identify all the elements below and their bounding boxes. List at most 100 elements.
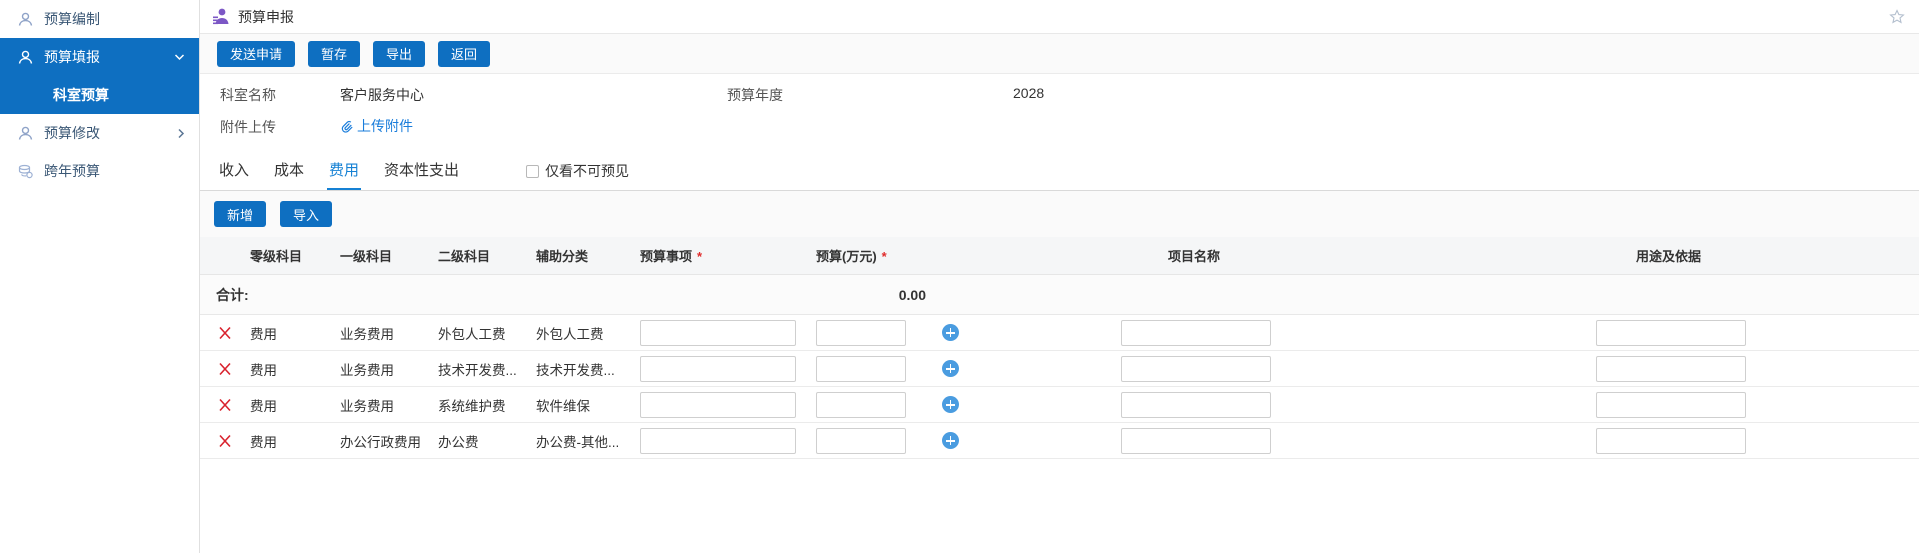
add-detail-icon[interactable] [941, 324, 959, 341]
unforeseen-only-checkbox[interactable]: 仅看不可预见 [526, 161, 629, 190]
sidebar-item-budget-fill[interactable]: 预算填报 [0, 38, 199, 76]
required-asterisk: * [881, 249, 887, 264]
save-draft-button[interactable]: 暂存 [308, 40, 361, 67]
column-level1: 一级科目 [340, 249, 393, 264]
coins-icon [17, 163, 34, 180]
add-detail-icon[interactable] [941, 432, 959, 449]
back-button[interactable]: 返回 [438, 40, 491, 67]
sidebar-item-dept-budget[interactable]: 科室预算 [0, 76, 199, 114]
paperclip-icon [340, 119, 354, 134]
dept-name-value: 客户服务中心 [340, 87, 424, 103]
sidebar-item-budget-compile[interactable]: 预算编制 [0, 0, 199, 38]
cell-level1: 业务费用 [340, 326, 394, 342]
budget-year-value: 2028 [1013, 85, 1045, 101]
cell-level2: 技术开发费... [438, 362, 517, 378]
add-detail-icon[interactable] [941, 396, 959, 413]
column-budget-amount: 预算(万元) * [816, 249, 887, 264]
add-row-button[interactable]: 新增 [214, 201, 267, 227]
sidebar-item-label: 预算修改 [44, 125, 100, 141]
budget-amount-input[interactable] [816, 319, 906, 346]
total-label: 合计: [216, 286, 249, 303]
required-asterisk: * [697, 249, 703, 264]
budget-amount-input[interactable] [816, 391, 906, 418]
table-row: 费用 业务费用 技术开发费... 技术开发费... [200, 351, 1919, 387]
sidebar: 预算编制 预算填报 科室预算 预算修改 跨年预算 [0, 0, 200, 553]
budget-item-input[interactable] [640, 391, 796, 418]
tab-income[interactable]: 收入 [217, 159, 251, 190]
import-button[interactable]: 导入 [280, 201, 333, 227]
usage-basis-input[interactable] [1595, 355, 1746, 382]
checkbox-icon[interactable] [526, 164, 540, 178]
budget-item-input[interactable] [640, 319, 796, 346]
add-detail-icon[interactable] [941, 360, 959, 377]
cell-level2: 办公费 [438, 434, 479, 450]
delete-row-icon[interactable] [200, 433, 250, 449]
cell-aux: 办公费-其他... [536, 434, 620, 450]
column-project-name: 项目名称 [1167, 249, 1220, 264]
toolbar: 发送申请 暂存 导出 返回 [200, 34, 1919, 74]
upload-attachment-text: 上传附件 [357, 118, 413, 134]
table-row: 费用 业务费用 系统维护费 软件维保 [200, 387, 1919, 423]
budget-amount-input[interactable] [816, 355, 906, 382]
send-request-button[interactable]: 发送申请 [217, 40, 296, 67]
budget-item-input[interactable] [640, 427, 796, 454]
cell-level2: 系统维护费 [438, 398, 506, 414]
favorite-star-icon[interactable] [1889, 8, 1905, 25]
table-action-bar: 新增 导入 [200, 191, 1919, 237]
column-level0: 零级科目 [250, 249, 303, 264]
tab-expense[interactable]: 费用 [327, 159, 362, 190]
sidebar-item-budget-modify[interactable]: 预算修改 [0, 114, 199, 152]
page-header: 预算申报 [200, 0, 1919, 34]
sidebar-item-label: 预算编制 [44, 11, 100, 27]
column-level2: 二级科目 [438, 249, 491, 264]
cell-level2: 外包人工费 [438, 326, 506, 342]
cell-level0: 费用 [250, 434, 277, 450]
export-button[interactable]: 导出 [373, 40, 426, 67]
sidebar-item-cross-year-budget[interactable]: 跨年预算 [0, 152, 199, 190]
tab-bar: 收入 成本 费用 资本性支出 仅看不可预见 [200, 155, 1919, 191]
project-name-input[interactable] [1121, 427, 1271, 454]
cell-level1: 业务费用 [340, 398, 394, 414]
column-budget-item: 预算事项 * [640, 249, 703, 264]
column-usage-basis: 用途及依据 [1635, 249, 1701, 264]
total-value: 0.00 [898, 286, 926, 303]
user-icon [17, 11, 34, 28]
column-aux: 辅助分类 [536, 249, 589, 264]
cell-aux: 技术开发费... [536, 362, 615, 378]
table-header-row: 零级科目 一级科目 二级科目 辅助分类 预算事项 * 预算(万元) * 项目名称 用… [200, 237, 1919, 275]
sidebar-item-label: 跨年预算 [44, 163, 100, 179]
usage-basis-input[interactable] [1595, 319, 1746, 346]
total-row: 合计: 0.00 [200, 275, 1919, 315]
page-title: 预算申报 [238, 8, 294, 25]
budget-declare-icon [212, 7, 230, 26]
sidebar-item-label: 科室预算 [53, 87, 109, 103]
project-name-input[interactable] [1121, 391, 1271, 418]
budget-amount-input[interactable] [816, 427, 906, 454]
delete-row-icon[interactable] [200, 397, 250, 413]
tab-cost[interactable]: 成本 [272, 159, 306, 190]
table-row: 费用 业务费用 外包人工费 外包人工费 [200, 315, 1919, 351]
budget-item-input[interactable] [640, 355, 796, 382]
cell-level1: 业务费用 [340, 362, 394, 378]
user-icon [17, 125, 34, 142]
project-name-input[interactable] [1121, 355, 1271, 382]
dept-name-label: 科室名称 [220, 87, 276, 103]
form-area: 科室名称 客户服务中心 预算年度 2028 附件上传 上传附件 [200, 74, 1919, 155]
sidebar-item-label: 预算填报 [44, 49, 100, 65]
usage-basis-input[interactable] [1595, 391, 1746, 418]
budget-year-label: 预算年度 [727, 87, 783, 103]
cell-aux: 软件维保 [536, 398, 590, 414]
upload-attachment-link[interactable]: 上传附件 [340, 116, 413, 136]
delete-row-icon[interactable] [200, 361, 250, 377]
usage-basis-input[interactable] [1595, 427, 1746, 454]
tab-capital-expenditure[interactable]: 资本性支出 [382, 159, 461, 190]
chevron-right-icon [177, 128, 185, 139]
chevron-down-icon [174, 53, 185, 61]
delete-row-icon[interactable] [200, 325, 250, 341]
cell-level0: 费用 [250, 362, 277, 378]
cell-level1: 办公行政费用 [340, 434, 421, 450]
table-row: 费用 办公行政费用 办公费 办公费-其他... [200, 423, 1919, 459]
cell-level0: 费用 [250, 326, 277, 342]
project-name-input[interactable] [1121, 319, 1271, 346]
cell-level0: 费用 [250, 398, 277, 414]
